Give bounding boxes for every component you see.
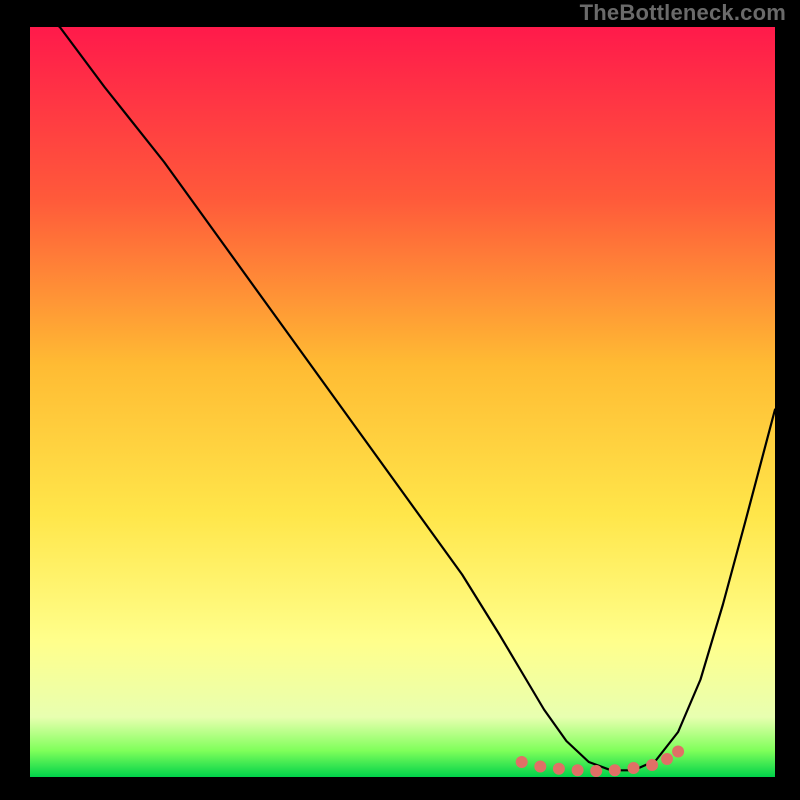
watermark-text: TheBottleneck.com xyxy=(580,0,786,26)
marker-dot xyxy=(609,764,621,776)
marker-dot xyxy=(672,746,684,758)
marker-dot xyxy=(572,764,584,776)
marker-dot xyxy=(553,763,565,775)
plot-svg xyxy=(0,0,800,800)
marker-dot xyxy=(516,756,528,768)
marker-dot xyxy=(590,765,602,777)
marker-dot xyxy=(646,759,658,771)
marker-dot xyxy=(628,762,640,774)
marker-dot xyxy=(661,753,673,765)
plot-background xyxy=(30,27,775,777)
marker-dot xyxy=(534,761,546,773)
chart-container: TheBottleneck.com xyxy=(0,0,800,800)
